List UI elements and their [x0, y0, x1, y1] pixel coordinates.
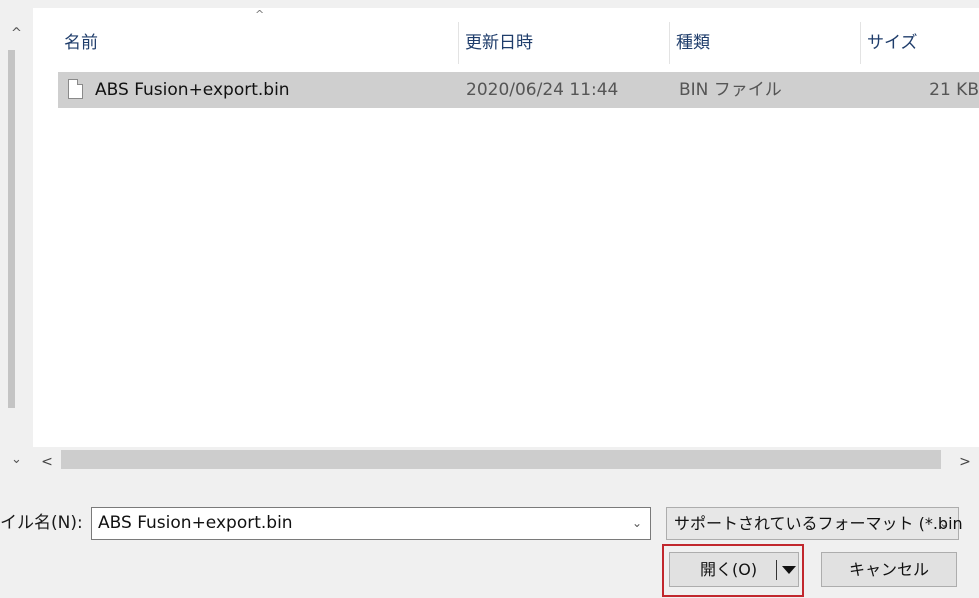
scroll-left-icon[interactable]: <: [33, 447, 61, 477]
filename-value[interactable]: ABS Fusion+export.bin: [98, 508, 293, 539]
column-header-size[interactable]: サイズ: [860, 22, 979, 64]
file-type: BIN ファイル: [679, 80, 782, 100]
sort-indicator-icon: ^: [255, 8, 265, 21]
cancel-button[interactable]: キャンセル: [821, 552, 957, 587]
scroll-right-icon[interactable]: >: [951, 447, 979, 477]
chevron-down-icon[interactable]: ⌄: [632, 508, 642, 539]
filename-label: イル名(N):: [0, 513, 83, 533]
file-size: 21 KB: [929, 80, 979, 100]
file-icon: [68, 79, 83, 99]
file-open-dialog: ^ ⌄ ^ 名前 更新日時 種類 サイズ ABS Fusion+export.b…: [0, 0, 979, 598]
file-list-pane: ^ 名前 更新日時 種類 サイズ ABS Fusion+export.bin 2…: [33, 8, 979, 477]
nav-pane-scroll-thumb[interactable]: [8, 50, 15, 408]
column-header-date[interactable]: 更新日時: [458, 22, 669, 64]
file-type-filter-value[interactable]: サポートされているフォーマット (*.bin: [674, 508, 963, 539]
horizontal-scroll-thumb[interactable]: [61, 450, 941, 469]
column-header-row: 名前 更新日時 種類 サイズ: [33, 22, 979, 64]
nav-pane-scrollbar[interactable]: ^ ⌄: [0, 0, 33, 477]
chevron-down-icon[interactable]: ⌄: [0, 450, 33, 470]
chevron-down-icon[interactable]: ⌄: [939, 508, 949, 539]
split-button-divider: [776, 560, 777, 580]
open-button[interactable]: 開く(O): [669, 552, 799, 587]
file-name: ABS Fusion+export.bin: [95, 80, 290, 100]
column-header-type[interactable]: 種類: [669, 22, 860, 64]
file-modified-date: 2020/06/24 11:44: [466, 80, 619, 100]
open-button-label: 開く(O): [700, 560, 758, 579]
dropdown-arrow-icon[interactable]: [782, 566, 796, 574]
file-type-filter-select[interactable]: サポートされているフォーマット (*.bin ⌄: [666, 507, 963, 540]
chevron-up-icon[interactable]: ^: [0, 24, 33, 44]
filename-input[interactable]: ABS Fusion+export.bin ⌄: [91, 507, 651, 540]
column-header-name[interactable]: 名前: [58, 22, 458, 64]
horizontal-scrollbar[interactable]: < >: [33, 447, 979, 477]
file-row[interactable]: ABS Fusion+export.bin 2020/06/24 11:44 B…: [58, 72, 979, 108]
